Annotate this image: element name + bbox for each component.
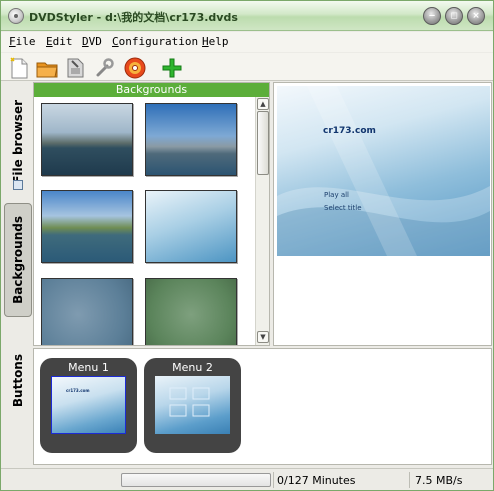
menu-file-mnemonic: F bbox=[9, 35, 16, 48]
menu-configuration-label: onfiguration bbox=[118, 35, 199, 48]
open-folder-icon[interactable] bbox=[35, 56, 59, 80]
side-tab-strip: File browser Backgrounds Buttons bbox=[4, 85, 32, 465]
backgrounds-grid bbox=[34, 97, 254, 345]
scroll-down-icon[interactable]: ▼ bbox=[257, 331, 269, 343]
status-bar: 0/127 Minutes 7.5 MB/s bbox=[1, 468, 493, 490]
menu-help-mnemonic: H bbox=[202, 35, 209, 48]
app-window: DVDStyler - d:\我的文档\cr173.dvds ‒ ◻ × Fil… bbox=[0, 0, 494, 491]
menu-configuration[interactable]: Configuration bbox=[112, 35, 198, 48]
menu-edit-label: dit bbox=[52, 35, 73, 48]
bitrate: 7.5 MB/s bbox=[415, 474, 463, 487]
menu-card-label: Menu 2 bbox=[172, 361, 213, 374]
tab-file-browser-label: File browser bbox=[11, 100, 25, 184]
pin-icon[interactable] bbox=[13, 180, 23, 190]
backgrounds-scrollbar[interactable]: ▲ ▼ bbox=[255, 97, 269, 345]
menu-configuration-mnemonic: C bbox=[112, 35, 119, 48]
menu-preview[interactable]: cr173.com Play all Select title bbox=[273, 82, 492, 346]
menu-thumbnail: cr173.com bbox=[51, 376, 126, 434]
title-bar[interactable]: DVDStyler - d:\我的文档\cr173.dvds ‒ ◻ × bbox=[1, 1, 493, 31]
menu-thumbnail bbox=[155, 376, 230, 434]
tab-buttons[interactable]: Buttons bbox=[4, 347, 32, 415]
background-thumbnail[interactable] bbox=[145, 190, 237, 263]
preview-play-all[interactable]: Play all bbox=[324, 191, 349, 199]
menu-file[interactable]: File bbox=[9, 35, 36, 48]
menu-help[interactable]: Help bbox=[202, 35, 229, 48]
preview-background: cr173.com Play all Select title bbox=[277, 86, 490, 256]
tab-buttons-label: Buttons bbox=[11, 354, 25, 408]
menu-dvd[interactable]: DVD bbox=[82, 35, 102, 48]
menu-card-1[interactable]: Menu 1 cr173.com bbox=[40, 358, 137, 453]
menu-help-label: elp bbox=[208, 35, 229, 48]
disc-usage-progress bbox=[121, 473, 271, 487]
background-thumbnail[interactable] bbox=[41, 190, 133, 263]
background-thumbnail[interactable] bbox=[145, 103, 237, 176]
backgrounds-panel-header: Backgrounds bbox=[34, 83, 269, 97]
menu-file-label: ile bbox=[15, 35, 36, 48]
dvd-app-icon bbox=[8, 8, 24, 24]
background-thumbnail[interactable] bbox=[41, 278, 133, 345]
minimize-button[interactable]: ‒ bbox=[423, 7, 441, 25]
background-thumbnail[interactable] bbox=[145, 278, 237, 345]
burn-disc-icon[interactable] bbox=[123, 56, 147, 80]
background-thumbnail[interactable] bbox=[41, 103, 133, 176]
maximize-button[interactable]: ◻ bbox=[445, 7, 463, 25]
settings-wrench-icon[interactable] bbox=[92, 56, 116, 80]
add-icon[interactable] bbox=[160, 56, 184, 80]
preview-title: cr173.com bbox=[323, 126, 376, 136]
scrollbar-thumb[interactable] bbox=[257, 111, 269, 175]
toolbar bbox=[1, 53, 493, 81]
minutes-used: 0/127 Minutes bbox=[277, 474, 356, 487]
backgrounds-panel: Backgrounds ▲ ▼ bbox=[33, 82, 270, 346]
menu-dvd-label: VD bbox=[88, 35, 102, 48]
status-separator bbox=[409, 472, 410, 488]
menu-edit-mnemonic: E bbox=[46, 35, 53, 48]
save-icon[interactable] bbox=[63, 56, 87, 80]
new-icon[interactable] bbox=[7, 56, 31, 80]
tab-backgrounds-label: Backgrounds bbox=[11, 216, 25, 304]
scroll-up-icon[interactable]: ▲ bbox=[257, 98, 269, 110]
menu-card-label: Menu 1 bbox=[68, 361, 109, 374]
menus-panel: Menu 1 cr173.com Menu 2 bbox=[33, 348, 492, 465]
preview-waves bbox=[277, 86, 490, 256]
menu-edit[interactable]: Edit bbox=[46, 35, 73, 48]
menu-thumbnail-buttons bbox=[169, 387, 210, 417]
menu-card-2[interactable]: Menu 2 bbox=[144, 358, 241, 453]
preview-select-title[interactable]: Select title bbox=[324, 204, 362, 212]
tab-backgrounds[interactable]: Backgrounds bbox=[4, 203, 32, 317]
menu-dvd-mnemonic: D bbox=[82, 35, 89, 48]
close-button[interactable]: × bbox=[467, 7, 485, 25]
status-separator bbox=[273, 472, 274, 488]
menu-bar: File Edit DVD Configuration Help bbox=[1, 32, 493, 52]
window-title: DVDStyler - d:\我的文档\cr173.dvds bbox=[29, 11, 238, 24]
menu-thumbnail-title: cr173.com bbox=[66, 388, 90, 393]
